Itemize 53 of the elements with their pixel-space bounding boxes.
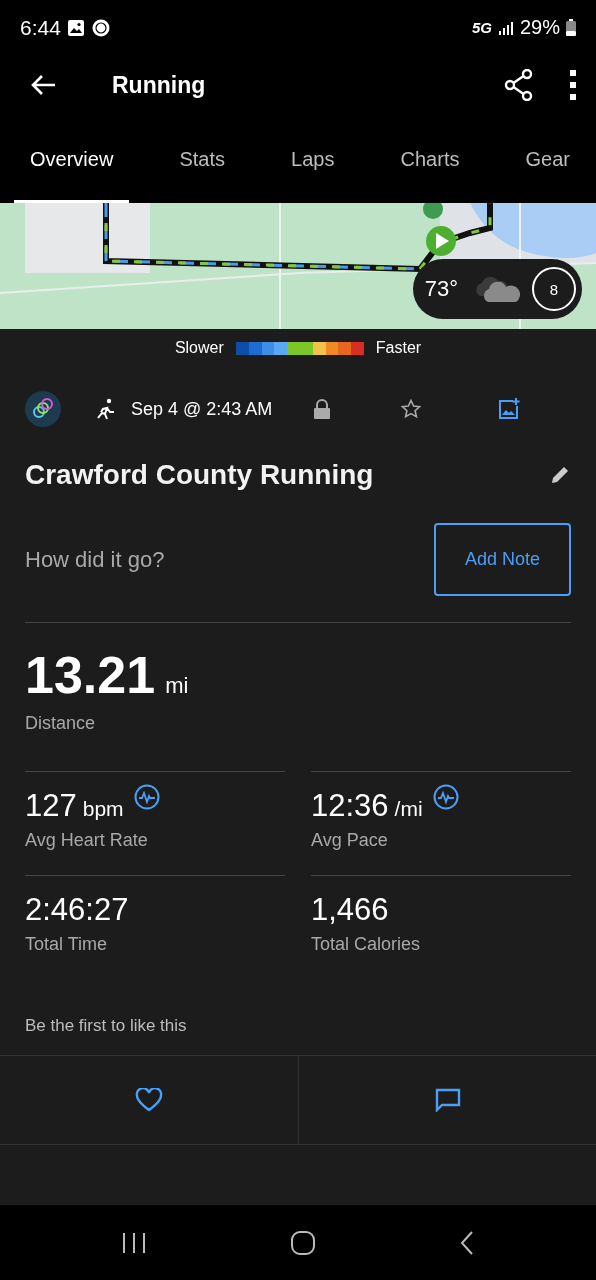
comment-icon: [434, 1088, 461, 1112]
distance-value: 13.21: [25, 645, 156, 705]
temperature: 73°: [424, 276, 458, 302]
stat-label: Avg Heart Rate: [25, 830, 149, 851]
wind-speed: 8: [532, 267, 576, 311]
stat-label: Total Calories: [311, 934, 422, 955]
pencil-icon[interactable]: [550, 465, 570, 485]
home-icon[interactable]: [290, 1229, 316, 1256]
legend-label: Slower: [174, 339, 224, 357]
note-prompt: How did it go?: [25, 546, 165, 573]
share-button[interactable]: [504, 69, 534, 101]
linked-rings-icon: [25, 391, 61, 427]
screen-title: Running: [112, 71, 207, 99]
share-icon: [504, 69, 534, 101]
sun-icon: [90, 17, 111, 38]
pulse-icon[interactable]: [432, 784, 459, 810]
likes-text: Be the first to like this: [24, 1015, 188, 1037]
back-button[interactable]: [30, 74, 56, 96]
heart-icon: [135, 1088, 163, 1112]
battery-icon: [566, 19, 576, 36]
stat-unit: bpm: [82, 797, 124, 821]
runner-icon: [95, 398, 117, 420]
stat-value: 2:46:27: [25, 892, 129, 928]
stat-value: 12:36: [311, 788, 389, 824]
stat-label: Distance: [25, 713, 97, 734]
tab[interactable]: Laps: [275, 115, 351, 203]
battery-percent: 29%: [519, 16, 560, 39]
status-time: 6:44: [20, 15, 61, 40]
stat-value: 127: [25, 788, 77, 824]
more-button[interactable]: [570, 70, 576, 100]
add-note-button[interactable]: Add Note: [434, 523, 571, 596]
stat-label: Total Time: [25, 934, 109, 955]
signal-icon: [497, 19, 514, 36]
tab[interactable]: Stats: [163, 115, 241, 203]
tab[interactable]: Gear: [509, 115, 586, 203]
stat-unit: /mi: [394, 797, 423, 821]
image-icon: [66, 18, 85, 37]
pulse-icon[interactable]: [133, 784, 160, 810]
more-icon: [570, 70, 576, 100]
network-label: 5G: [471, 19, 492, 36]
add-photo-icon[interactable]: [498, 398, 521, 420]
lock-icon: [313, 399, 332, 419]
back-icon[interactable]: [458, 1229, 475, 1256]
back-arrow-icon: [30, 74, 56, 96]
stat-value: 1,466: [311, 892, 389, 928]
legend-label: Faster: [375, 339, 422, 357]
recent-apps-icon[interactable]: [121, 1231, 148, 1254]
tab[interactable]: Charts: [384, 115, 476, 203]
stat-label: Avg Pace: [311, 830, 389, 851]
activity-date: Sep 4 @ 2:43 AM: [131, 398, 273, 420]
activity-title: Crawford County Running: [25, 459, 374, 491]
distance-unit: mi: [165, 673, 189, 699]
star-icon[interactable]: [401, 399, 422, 419]
